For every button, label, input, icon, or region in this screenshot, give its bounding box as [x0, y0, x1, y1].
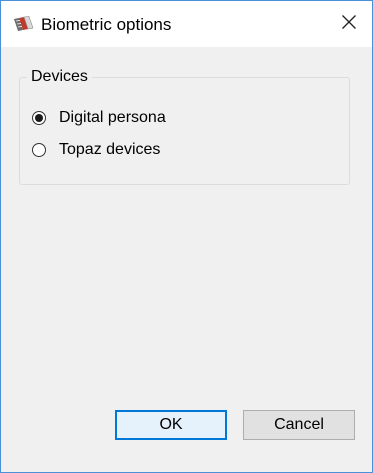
radio-button-unselected[interactable] [32, 143, 46, 157]
window-title: Biometric options [41, 15, 172, 34]
radio-label-digital-persona[interactable]: Digital persona [59, 108, 166, 128]
ok-button[interactable]: OK [115, 410, 227, 440]
radio-selected-dot [35, 114, 43, 122]
close-icon [341, 14, 357, 35]
biometric-app-icon [13, 16, 35, 32]
title-bar[interactable]: Biometric options [1, 1, 372, 47]
radio-digital-persona[interactable]: Digital persona [32, 107, 166, 129]
radio-label-topaz-devices[interactable]: Topaz devices [59, 140, 160, 160]
devices-group-label: Devices [27, 67, 92, 87]
close-button[interactable] [326, 1, 372, 47]
dialog-window: Biometric options Devices Digital person… [0, 0, 373, 473]
radio-topaz-devices[interactable]: Topaz devices [32, 139, 160, 161]
cancel-button[interactable]: Cancel [243, 410, 355, 440]
devices-groupbox [19, 77, 350, 185]
radio-button-selected[interactable] [32, 111, 46, 125]
